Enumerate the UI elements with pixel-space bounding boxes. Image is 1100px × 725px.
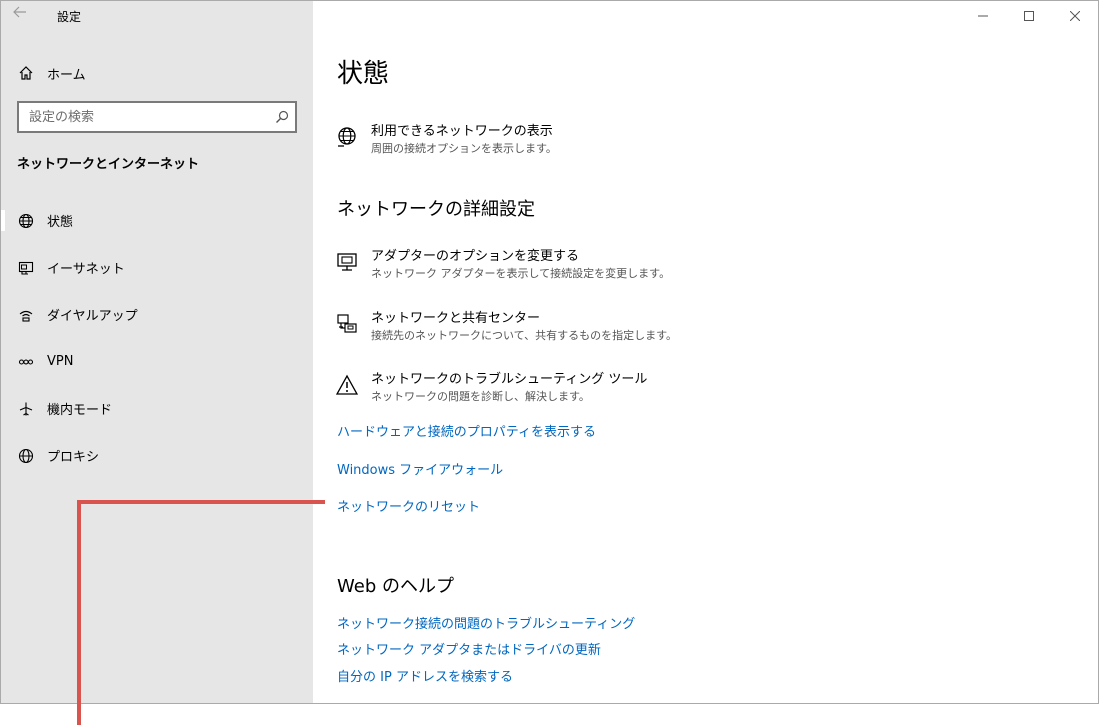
callout-line-horizontal: [77, 500, 325, 504]
globe-icon: [17, 212, 35, 230]
airplane-icon: [17, 400, 35, 418]
sidebar-item-airplane-mode[interactable]: 機内モード: [1, 385, 313, 432]
sharing-center-icon: [335, 312, 359, 336]
warning-icon: [335, 373, 359, 397]
entry-title: ネットワークと共有センター: [371, 311, 541, 326]
advanced-heading: ネットワークの詳細設定: [337, 199, 535, 220]
sidebar: 設定 ホーム ネットワークとインターネット 状態: [1, 1, 313, 703]
hardware-properties-link[interactable]: ハードウェアと接続のプロパティを表示する: [337, 421, 596, 440]
entry-desc: 接続先のネットワークについて、共有するものを指定します。: [371, 329, 678, 342]
proxy-globe-icon: [17, 447, 35, 465]
vpn-icon: [17, 353, 35, 371]
firewall-link[interactable]: Windows ファイアウォール: [337, 459, 503, 478]
sidebar-item-proxy[interactable]: プロキシ: [1, 432, 313, 479]
entry-title: アダプターのオプションを変更する: [371, 249, 580, 264]
search-box: [17, 101, 297, 133]
sidebar-item-label: イーサネット: [47, 262, 125, 277]
entry-title: ネットワークのトラブルシューティング ツール: [371, 372, 648, 387]
main-content: 状態 利用できるネットワークの表示 周囲の接続オプションを表示します。 ネットワ…: [313, 1, 1098, 703]
entry-title: 利用できるネットワークの表示: [371, 124, 553, 139]
globe-icon: [335, 125, 359, 149]
callout-line-vertical: [77, 500, 81, 725]
sidebar-item-label: 機内モード: [47, 403, 113, 418]
entry-desc: ネットワークの問題を診断し、解決します。: [371, 390, 590, 403]
sidebar-item-dialup[interactable]: ダイヤルアップ: [1, 291, 313, 338]
ethernet-icon: [17, 259, 35, 277]
home-label: ホーム: [47, 67, 86, 83]
sidebar-item-label: VPN: [47, 354, 74, 369]
minimize-button[interactable]: [960, 1, 1006, 31]
sidebar-item-label: プロキシ: [47, 450, 100, 465]
back-arrow-icon[interactable]: [13, 6, 33, 26]
sidebar-item-ethernet[interactable]: イーサネット: [1, 244, 313, 291]
sharing-center-entry[interactable]: ネットワークと共有センター 接続先のネットワークについて、共有するものを指定しま…: [335, 310, 677, 344]
window-title: 設定: [57, 10, 82, 24]
close-button[interactable]: [1052, 1, 1098, 31]
entry-desc: ネットワーク アダプターを表示して接続設定を変更します。: [371, 267, 671, 280]
page-title: 状態: [337, 59, 390, 89]
sidebar-item-vpn[interactable]: VPN: [1, 338, 313, 385]
network-reset-link[interactable]: ネットワークのリセット: [337, 496, 480, 515]
help-link-ip-address[interactable]: 自分の IP アドレスを検索する: [337, 666, 513, 685]
home-nav-item[interactable]: ホーム: [17, 61, 86, 85]
entry-desc: 周囲の接続オプションを表示します。: [371, 142, 557, 155]
monitor-icon: [335, 250, 359, 274]
adapter-options-entry[interactable]: アダプターのオプションを変更する ネットワーク アダプターを表示して接続設定を変…: [335, 248, 670, 282]
help-link-troubleshooting[interactable]: ネットワーク接続の問題のトラブルシューティング: [337, 613, 635, 632]
nav-list: 状態 イーサネット ダイヤルアップ VPN 機内モード プロキシ: [1, 197, 313, 479]
troubleshooter-entry[interactable]: ネットワークのトラブルシューティング ツール ネットワークの問題を診断し、解決し…: [335, 371, 647, 405]
home-icon: [17, 64, 35, 82]
help-heading: Web のヘルプ: [337, 576, 454, 597]
show-networks-entry[interactable]: 利用できるネットワークの表示 周囲の接続オプションを表示します。: [335, 123, 557, 157]
search-icon[interactable]: [269, 103, 295, 131]
sidebar-item-label: ダイヤルアップ: [47, 309, 138, 324]
window-controls: [960, 1, 1098, 31]
dialup-icon: [17, 306, 35, 324]
maximize-button[interactable]: [1006, 1, 1052, 31]
sidebar-item-label: 状態: [47, 215, 74, 230]
help-link-adapter-driver[interactable]: ネットワーク アダプタまたはドライバの更新: [337, 639, 601, 658]
sidebar-item-status[interactable]: 状態: [1, 197, 313, 244]
settings-window: 設定 ホーム ネットワークとインターネット 状態: [0, 0, 1099, 704]
search-input[interactable]: [19, 103, 269, 131]
section-title: ネットワークとインターネット: [17, 157, 200, 172]
